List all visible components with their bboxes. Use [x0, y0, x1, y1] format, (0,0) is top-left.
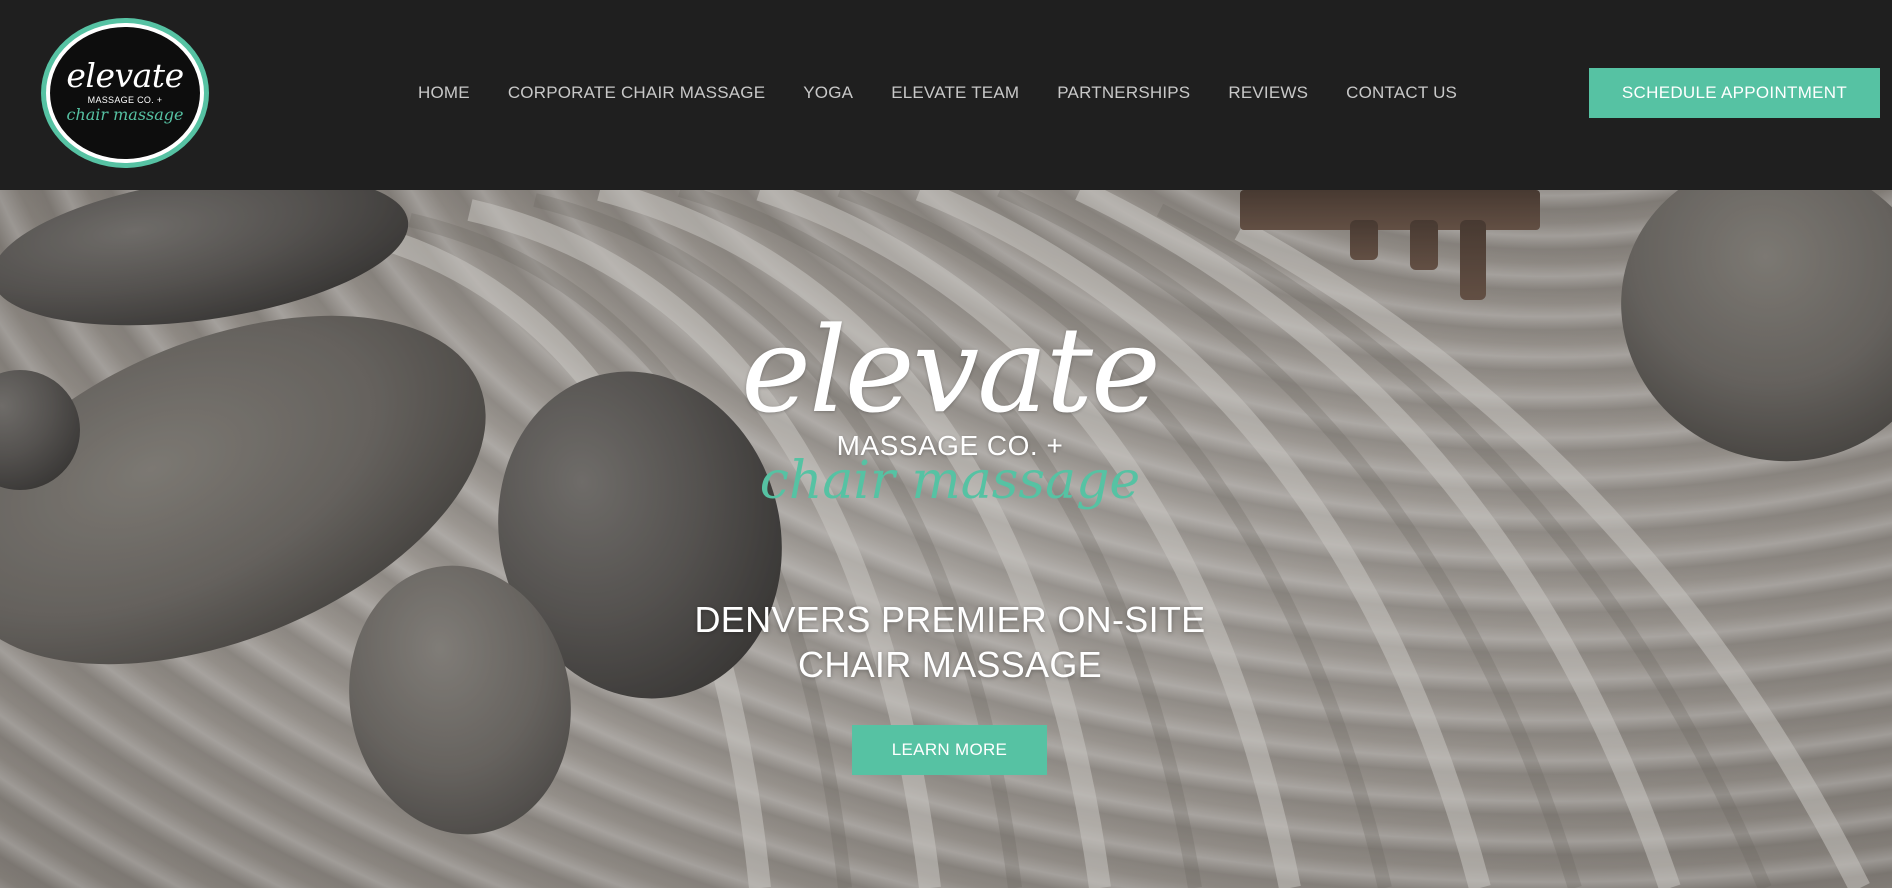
hero-tagline: DENVERS PREMIER ON-SITE CHAIR MASSAGE	[600, 597, 1300, 687]
nav-item-yoga[interactable]: YOGA	[784, 83, 872, 103]
schedule-appointment-button[interactable]: SCHEDULE APPOINTMENT	[1589, 68, 1880, 118]
logo-script-text: chair massage	[66, 104, 184, 124]
hero-tagline-line1: DENVERS PREMIER ON-SITE	[694, 599, 1206, 640]
nav-item-elevate-team[interactable]: ELEVATE TEAM	[872, 83, 1038, 103]
nav-item-reviews[interactable]: REVIEWS	[1209, 83, 1327, 103]
logo-badge: elevate MASSAGE CO. + chair massage	[50, 27, 200, 159]
hero-tagline-line2: CHAIR MASSAGE	[798, 644, 1102, 685]
nav-item-contact-us[interactable]: CONTACT US	[1327, 83, 1476, 103]
nav-item-corporate-chair-massage[interactable]: CORPORATE CHAIR MASSAGE	[489, 83, 784, 103]
hero-logo-script-text: chair massage	[759, 451, 1141, 511]
brand-logo[interactable]: elevate MASSAGE CO. + chair massage	[41, 18, 209, 168]
site-header: elevate MASSAGE CO. + chair massage HOME…	[0, 0, 1892, 190]
logo-ring: elevate MASSAGE CO. + chair massage	[46, 23, 204, 163]
nav-item-home[interactable]: HOME	[400, 83, 489, 103]
logo-subtitle: MASSAGE CO. +	[87, 94, 163, 105]
hero-logo-wordmark: elevate	[741, 301, 1161, 439]
nav-item-partnerships[interactable]: PARTNERSHIPS	[1038, 83, 1209, 103]
hero-logo: elevate MASSAGE CO. + chair massage	[700, 301, 1200, 511]
learn-more-button[interactable]: LEARN MORE	[852, 725, 1047, 775]
hero-section: elevate MASSAGE CO. + chair massage DENV…	[0, 190, 1892, 888]
logo-wordmark: elevate	[66, 55, 184, 95]
main-navigation: HOME CORPORATE CHAIR MASSAGE YOGA ELEVAT…	[400, 76, 1476, 110]
hero-overlay	[0, 190, 1892, 888]
